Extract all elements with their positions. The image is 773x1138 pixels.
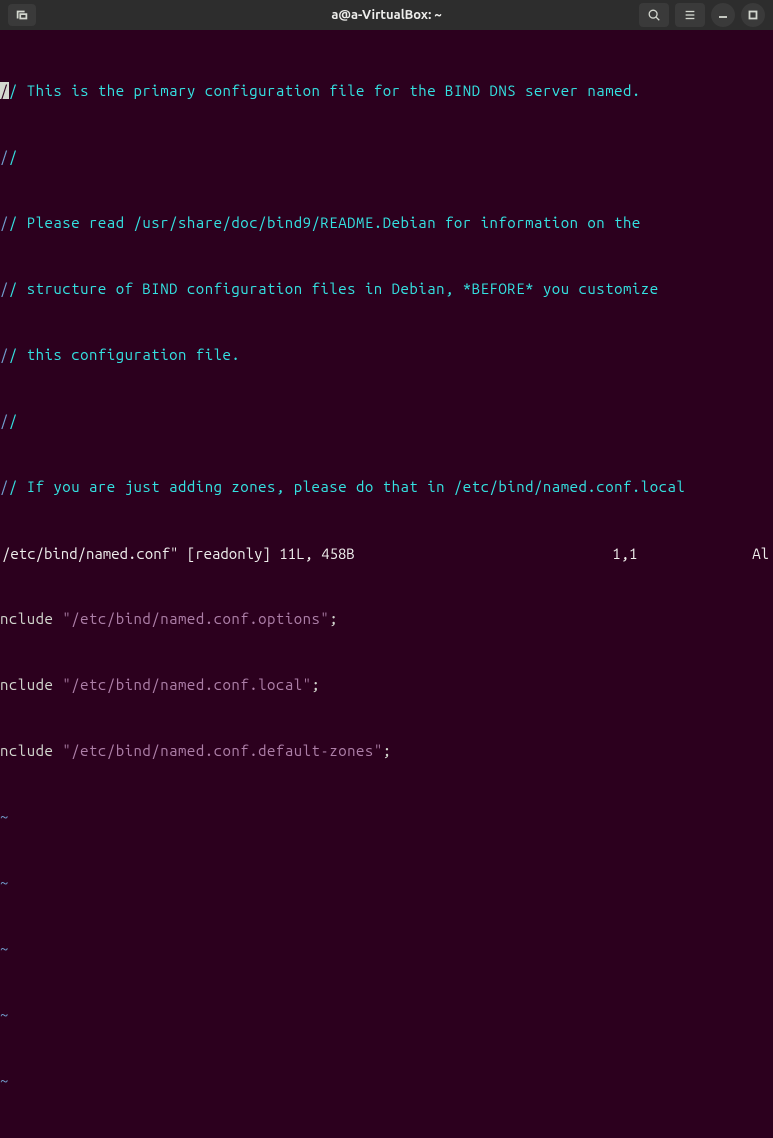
minimize-icon	[718, 10, 728, 20]
search-button[interactable]	[639, 3, 669, 27]
include-line: nclude "/etc/bind/named.conf.options";	[0, 608, 773, 630]
empty-line-tilde: ~	[0, 1004, 773, 1026]
new-tab-icon	[15, 8, 29, 22]
include-line: nclude "/etc/bind/named.conf.local";	[0, 674, 773, 696]
window-titlebar: a@a-VirtualBox: ~	[0, 0, 773, 30]
hamburger-icon	[683, 8, 697, 22]
titlebar-right	[639, 3, 765, 27]
empty-line-tilde: ~	[0, 806, 773, 828]
comment-line: // structure of BIND configuration files…	[0, 278, 773, 300]
search-icon	[647, 8, 661, 22]
new-tab-button[interactable]	[8, 4, 36, 26]
maximize-icon	[748, 10, 758, 20]
empty-line-tilde: ~	[0, 938, 773, 960]
status-scroll-position: Al	[752, 545, 771, 567]
window-title: a@a-VirtualBox: ~	[331, 8, 441, 22]
comment-line: //	[0, 410, 773, 432]
comment-line: // If you are just adding zones, please …	[0, 476, 773, 498]
empty-line-tilde: ~	[0, 1136, 773, 1138]
minimize-button[interactable]	[711, 3, 735, 27]
status-file-info: /etc/bind/named.conf" [readonly] 11L, 45…	[2, 545, 612, 567]
empty-line-tilde: ~	[0, 872, 773, 894]
empty-line-tilde: ~	[0, 1070, 773, 1092]
comment-line: // This is the primary configuration fil…	[0, 80, 773, 102]
comment-line: // this configuration file.	[0, 344, 773, 366]
comment-line: //	[0, 146, 773, 168]
vim-status-line: /etc/bind/named.conf" [readonly] 11L, 45…	[0, 545, 773, 567]
titlebar-left	[8, 4, 36, 26]
maximize-button[interactable]	[741, 3, 765, 27]
terminal-content[interactable]: // This is the primary configuration fil…	[0, 30, 773, 1138]
include-line: nclude "/etc/bind/named.conf.default-zon…	[0, 740, 773, 762]
status-cursor-position: 1,1	[612, 545, 752, 567]
menu-button[interactable]	[675, 3, 705, 27]
comment-line: // Please read /usr/share/doc/bind9/READ…	[0, 212, 773, 234]
